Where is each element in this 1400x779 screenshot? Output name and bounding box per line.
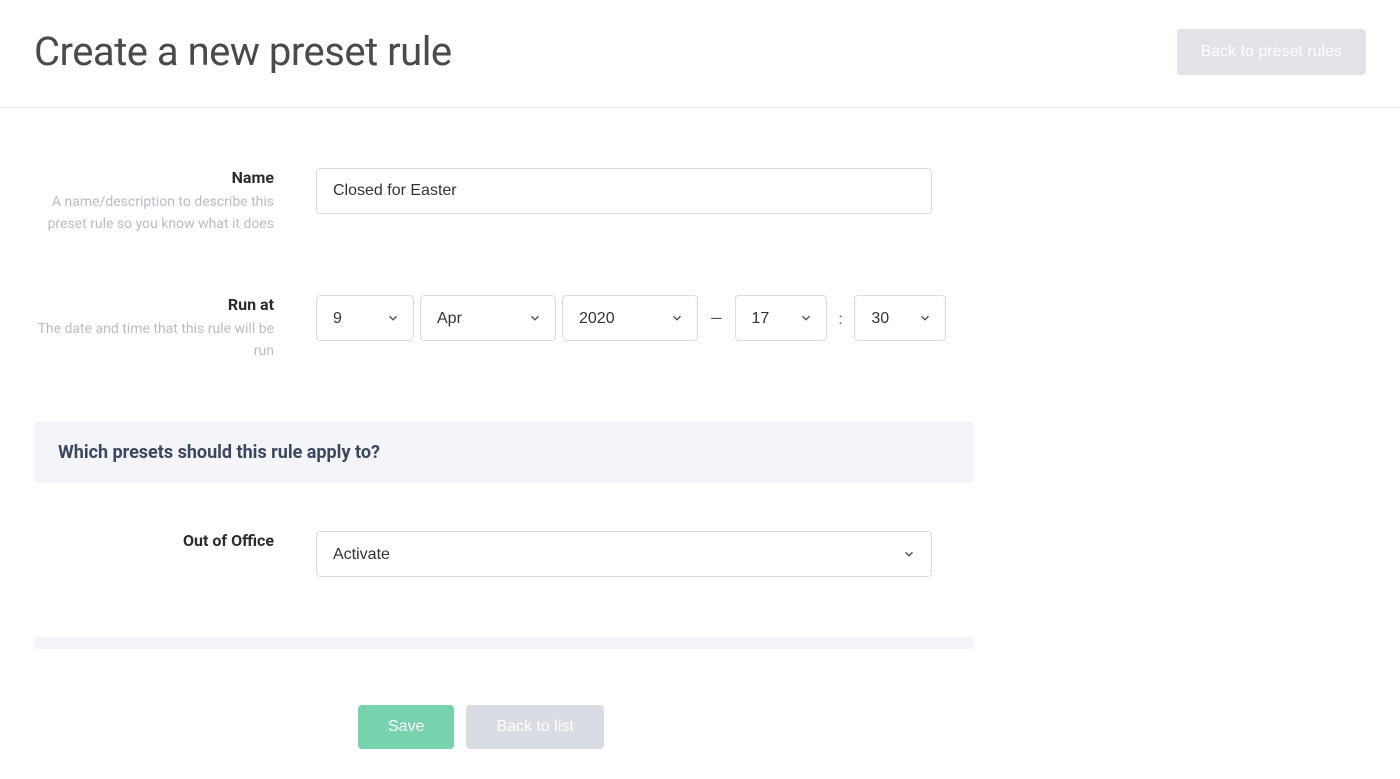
page-header: Create a new preset rule Back to preset … [0, 0, 1400, 108]
day-select-wrap: 9 [316, 295, 414, 341]
back-to-list-button[interactable]: Back to list [466, 705, 603, 749]
month-select-wrap: Apr [420, 295, 556, 341]
preset-label: Out of Office [34, 531, 274, 550]
form-footer: Save Back to list [34, 705, 1366, 749]
preset-action-select[interactable]: Activate [316, 531, 932, 577]
presets-heading-text: Which presets should this rule apply to? [58, 442, 950, 463]
save-button[interactable]: Save [358, 705, 454, 749]
year-select[interactable]: 2020 [562, 295, 698, 341]
preset-select-wrap: Activate [316, 531, 932, 577]
run-at-row: Run at The date and time that this rule … [34, 295, 1366, 362]
name-label-col: Name A name/description to describe this… [34, 168, 316, 235]
day-select[interactable]: 9 [316, 295, 414, 341]
run-at-input-col: 9 Apr 2020 [316, 295, 932, 341]
name-label: Name [34, 168, 274, 187]
hour-select[interactable]: 17 [735, 295, 827, 341]
hour-select-wrap: 17 [735, 295, 827, 341]
back-to-preset-rules-button[interactable]: Back to preset rules [1177, 29, 1366, 75]
run-at-label: Run at [34, 295, 274, 314]
form-content: Name A name/description to describe this… [0, 108, 1400, 779]
run-at-group: 9 Apr 2020 [316, 295, 932, 341]
name-help: A name/description to describe this pres… [48, 194, 274, 232]
preset-label-col: Out of Office [34, 531, 316, 554]
name-row: Name A name/description to describe this… [34, 168, 1366, 235]
page-title: Create a new preset rule [34, 28, 452, 75]
minute-select[interactable]: 30 [854, 295, 946, 341]
section-divider [34, 637, 974, 649]
date-time-separator: — [704, 309, 729, 328]
month-select[interactable]: Apr [420, 295, 556, 341]
preset-input-col: Activate [316, 531, 932, 577]
presets-section-heading: Which presets should this rule apply to? [34, 422, 974, 483]
year-select-wrap: 2020 [562, 295, 698, 341]
preset-row: Out of Office Activate [34, 531, 1366, 577]
run-at-label-col: Run at The date and time that this rule … [34, 295, 316, 362]
minute-select-wrap: 30 [854, 295, 946, 341]
run-at-help: The date and time that this rule will be… [38, 321, 274, 359]
name-input[interactable] [316, 168, 932, 214]
name-input-col [316, 168, 932, 214]
time-colon: : [833, 309, 849, 328]
